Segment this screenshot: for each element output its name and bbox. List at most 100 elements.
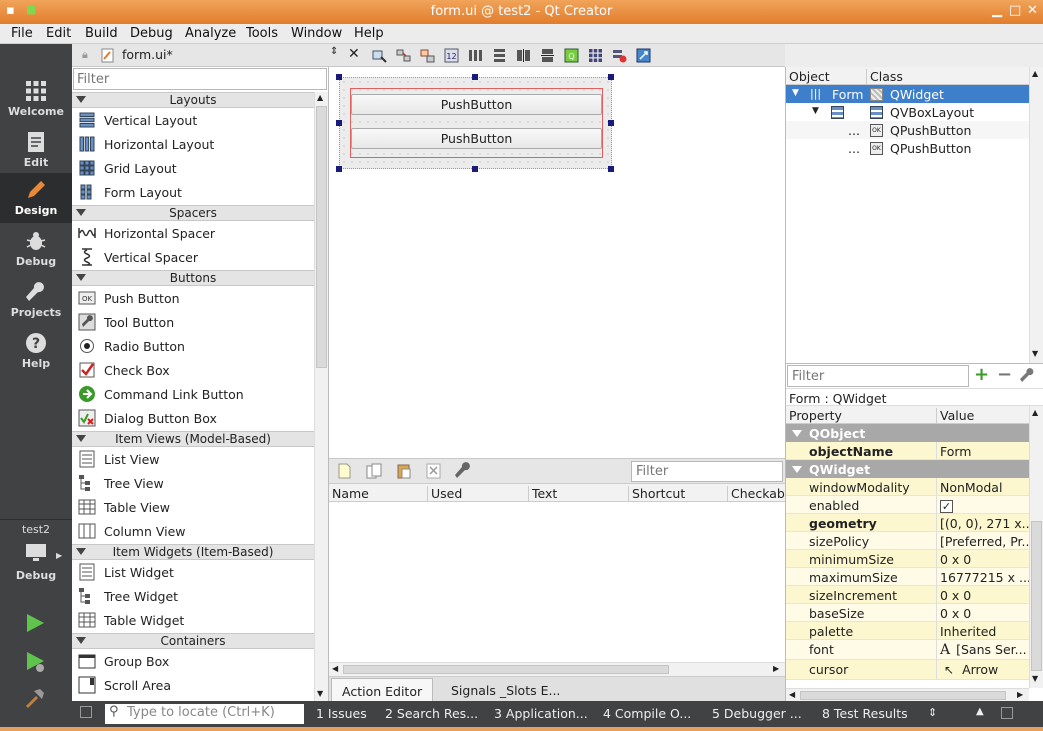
category-item-widgets[interactable]: Item Widgets (Item-Based)	[72, 544, 314, 560]
widget-item-grid-layout[interactable]: Grid Layout	[72, 156, 314, 180]
toggle-right-sidebar-icon[interactable]	[1001, 707, 1013, 719]
edit-signals-icon[interactable]	[396, 48, 411, 63]
tree-row-pushbutton[interactable]: ... OK QPushButton	[786, 121, 1029, 139]
widget-item-table-view[interactable]: Table View	[72, 495, 314, 519]
widget-item-group-box[interactable]: Group Box	[72, 649, 314, 673]
edit-tab-order-icon[interactable]: 12	[444, 48, 459, 63]
menu-help[interactable]: Help	[354, 26, 384, 41]
category-layouts[interactable]: Layouts	[72, 92, 314, 108]
edit-widgets-icon[interactable]	[372, 48, 387, 63]
build-button[interactable]	[24, 687, 46, 712]
property-editor-vscrollbar[interactable]: ▲ ▼	[1029, 406, 1043, 688]
widget-item-dialog-button-box[interactable]: Dialog Button Box	[72, 406, 314, 430]
copy-action-icon[interactable]	[366, 463, 383, 479]
enabled-checkbox[interactable]: ✓	[940, 500, 953, 513]
scrollbar-thumb[interactable]	[316, 106, 327, 368]
widget-item-radio-button[interactable]: Radio Button	[72, 334, 314, 358]
resize-handle[interactable]	[336, 120, 342, 126]
scrollbar-thumb[interactable]	[343, 665, 669, 674]
property-value[interactable]: NonModal	[936, 478, 1029, 496]
property-row-palette[interactable]: palette Inherited	[786, 622, 1029, 640]
property-value[interactable]: 0 x 0	[936, 586, 1029, 604]
category-item-views[interactable]: Item Views (Model-Based)	[72, 431, 314, 447]
kit-selector[interactable]: ▶ Debug	[0, 541, 72, 587]
expand-arrow-icon[interactable]: ▼	[812, 106, 819, 116]
column-header-shortcut[interactable]: Shortcut	[628, 486, 685, 502]
menu-edit[interactable]: Edit	[46, 26, 71, 41]
widget-filter-input[interactable]	[73, 68, 327, 90]
push-button-2[interactable]: PushButton	[351, 128, 602, 149]
open-file-name[interactable]: form.ui*	[122, 47, 173, 62]
minimize-icon[interactable]: ▁	[992, 3, 1002, 18]
resize-handle[interactable]	[336, 74, 342, 80]
layout-vertical-icon[interactable]	[492, 48, 507, 63]
push-button-1[interactable]: PushButton	[351, 94, 602, 115]
tree-row-pushbutton[interactable]: ... OK QPushButton	[786, 139, 1029, 157]
property-row-sizepolicy[interactable]: sizePolicy [Preferred, Pr...	[786, 532, 1029, 550]
scroll-right-icon[interactable]: ▶	[1017, 690, 1023, 699]
property-filter-input[interactable]	[787, 365, 969, 387]
delete-action-icon[interactable]	[426, 463, 441, 479]
close-icon[interactable]: ✕	[1027, 3, 1038, 18]
scrollbar-thumb[interactable]	[800, 691, 1006, 700]
resize-handle[interactable]	[472, 166, 478, 172]
widget-item-table-widget[interactable]: Table Widget	[72, 608, 314, 632]
property-value[interactable]: [Preferred, Pr...	[936, 532, 1029, 550]
mode-welcome[interactable]: Welcome	[0, 74, 72, 124]
widget-box-scrollbar[interactable]: ▲ ▼	[314, 92, 328, 701]
layout-splitter-v-icon[interactable]	[540, 48, 555, 63]
maximize-pane-icon[interactable]: ▲	[976, 706, 984, 717]
form-widget[interactable]: PushButton PushButton	[339, 77, 612, 169]
property-row-basesize[interactable]: baseSize 0 x 0	[786, 604, 1029, 622]
widget-item-tool-button[interactable]: Tool Button	[72, 310, 314, 334]
mode-help[interactable]: ? Help	[0, 326, 72, 376]
resize-handle[interactable]	[608, 120, 614, 126]
menu-tools[interactable]: Tools	[246, 26, 278, 41]
property-row-minimumsize[interactable]: minimumSize 0 x 0	[786, 550, 1029, 568]
column-header-used[interactable]: Used	[427, 486, 462, 502]
adjust-size-icon[interactable]	[636, 48, 651, 63]
tab-signals-slots-editor[interactable]: Signals _Slots E...	[441, 678, 570, 702]
property-row-font[interactable]: font A [Sans Ser...	[786, 640, 1029, 660]
property-row-maximumsize[interactable]: maximumSize 16777215 x ...	[786, 568, 1029, 586]
configure-icon[interactable]	[1020, 368, 1036, 384]
layout-grid-icon[interactable]	[588, 48, 603, 63]
toggle-sidebar-icon[interactable]	[80, 706, 92, 718]
column-header-checkable[interactable]: Checkabl	[727, 486, 788, 502]
scroll-down-icon[interactable]: ▼	[1032, 674, 1038, 683]
property-value[interactable]: 16777215 x ...	[936, 568, 1029, 586]
widget-item-list-widget[interactable]: List Widget	[72, 560, 314, 584]
property-group-qobject[interactable]: QObject	[786, 424, 1029, 442]
resize-handle[interactable]	[608, 74, 614, 80]
category-spacers[interactable]: Spacers	[72, 205, 314, 221]
scroll-up-icon[interactable]: ▲	[1032, 69, 1038, 78]
edit-buddies-icon[interactable]	[420, 48, 435, 63]
locator-input[interactable]: ⚲ Type to locate (Ctrl+K)	[105, 704, 304, 724]
tab-action-editor[interactable]: Action Editor	[331, 678, 434, 702]
widget-item-check-box[interactable]: Check Box	[72, 358, 314, 382]
property-value[interactable]: 0 x 0	[936, 604, 1029, 622]
pane-test-results[interactable]: 8 Test Results	[822, 706, 908, 721]
remove-property-icon[interactable]: −	[997, 364, 1012, 385]
mode-edit[interactable]: Edit	[0, 125, 72, 175]
column-header-property[interactable]: Property	[789, 408, 842, 423]
column-header-object[interactable]: Object	[789, 69, 830, 84]
menu-debug[interactable]: Debug	[130, 26, 173, 41]
category-containers[interactable]: Containers	[72, 633, 314, 649]
new-action-icon[interactable]	[337, 463, 352, 479]
debug-run-button[interactable]	[24, 650, 46, 677]
pane-compile-output[interactable]: 4 Compile O...	[603, 706, 691, 721]
scrollbar-thumb[interactable]	[1031, 521, 1042, 671]
menu-build[interactable]: Build	[85, 26, 118, 41]
pane-debugger-console[interactable]: 5 Debugger ...	[712, 706, 802, 721]
widget-item-column-view[interactable]: Column View	[72, 519, 314, 543]
add-property-icon[interactable]: +	[974, 364, 989, 385]
resize-handle[interactable]	[336, 166, 342, 172]
run-button[interactable]	[24, 612, 46, 637]
menu-analyze[interactable]: Analyze	[185, 26, 236, 41]
widget-item-form-layout[interactable]: Form Layout	[72, 180, 314, 204]
close-document-icon[interactable]: ✕	[348, 46, 360, 62]
widget-item-command-link-button[interactable]: Command Link Button	[72, 382, 314, 406]
scroll-right-icon[interactable]: ▶	[773, 664, 779, 673]
layout-horizontal-icon[interactable]	[468, 48, 483, 63]
